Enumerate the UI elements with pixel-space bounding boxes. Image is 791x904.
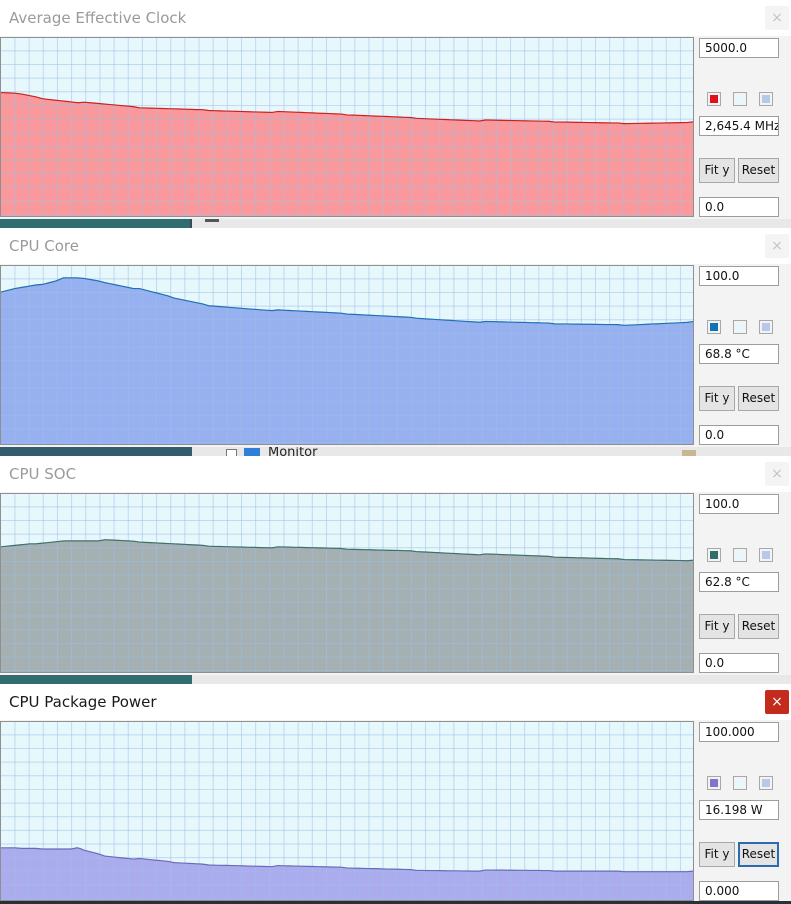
window-title: CPU Core [9,237,79,255]
min-value-field[interactable]: 0.000 [699,881,779,901]
graph-window-cpu-package-power: CPU Package Power × 100.000 16.198 W Fit… [0,684,791,901]
close-icon: × [771,10,783,26]
min-value-field[interactable]: 0.0 [699,653,779,673]
graph-window-cpu-soc: CPU SOC × 100.0 62.8 °C Fit y Reset 0.0 [0,456,791,675]
line-color-swatch[interactable] [707,548,721,562]
current-value-field[interactable]: 68.8 °C [699,344,779,364]
background-color-swatch[interactable] [733,548,747,562]
tree-expander-icon [226,449,237,456]
min-value-field[interactable]: 0.0 [699,425,779,445]
graph-controls: 100.0 62.8 °C Fit y Reset 0.0 [697,492,791,676]
graph-window-average-effective-clock: Average Effective Clock × 5000.0 2,645.4… [0,0,791,219]
title-bar[interactable]: CPU SOC × [0,456,791,492]
monitor-icon [244,448,260,456]
reset-button[interactable]: Reset [738,386,779,411]
current-value-field[interactable]: 2,645.4 MHz [699,116,779,136]
background-color-swatch[interactable] [733,776,747,790]
line-color-swatch[interactable] [707,92,721,106]
graph-window-cpu-core: CPU Core × 100.0 68.8 °C Fit y Reset 0.0 [0,228,791,447]
graph-controls: 5000.0 2,645.4 MHz Fit y Reset 0.0 [697,36,791,220]
max-value-field[interactable]: 100.0 [699,266,779,286]
max-value-field[interactable]: 100.0 [699,494,779,514]
graph-plot [0,37,694,217]
background-window-strip [0,219,791,228]
fit-y-button[interactable]: Fit y [699,386,735,411]
graph-plot [0,721,694,901]
graph-plot [0,265,694,445]
background-window-strip [0,675,791,684]
window-title: CPU SOC [9,465,77,483]
line-color-swatch[interactable] [707,320,721,334]
background-color-swatch[interactable] [733,320,747,334]
title-bar[interactable]: Average Effective Clock × [0,0,791,36]
graph-controls: 100.0 68.8 °C Fit y Reset 0.0 [697,264,791,448]
current-value-field[interactable]: 16.198 W [699,800,779,820]
close-button[interactable]: × [765,690,789,714]
close-icon: × [771,694,783,710]
fit-y-button[interactable]: Fit y [699,614,735,639]
close-icon: × [771,466,783,482]
grid-color-swatch[interactable] [759,548,773,562]
series-area [1,539,693,672]
line-color-swatch[interactable] [707,776,721,790]
grid-color-swatch[interactable] [759,320,773,334]
background-color-swatch[interactable] [733,92,747,106]
fit-y-button[interactable]: Fit y [699,842,735,867]
graph-controls: 100.000 16.198 W Fit y Reset 0.000 [697,720,791,904]
max-value-field[interactable]: 5000.0 [699,38,779,58]
close-button[interactable]: × [765,462,789,486]
current-value-field[interactable]: 62.8 °C [699,572,779,592]
monitor-label[interactable]: Monitor [268,447,317,456]
reset-button[interactable]: Reset [738,614,779,639]
grid-color-swatch[interactable] [759,92,773,106]
max-value-field[interactable]: 100.000 [699,722,779,742]
window-title: CPU Package Power [9,693,157,711]
close-icon: × [771,238,783,254]
reset-button[interactable]: Reset [738,842,779,867]
close-button[interactable]: × [765,234,789,258]
background-window-strip: Monitor [0,447,791,456]
fit-y-button[interactable]: Fit y [699,158,735,183]
min-value-field[interactable]: 0.0 [699,197,779,217]
window-title: Average Effective Clock [9,9,187,27]
title-bar[interactable]: CPU Package Power × [0,684,791,720]
title-bar[interactable]: CPU Core × [0,228,791,264]
grid-color-swatch[interactable] [759,776,773,790]
graph-plot [0,493,694,673]
reset-button[interactable]: Reset [738,158,779,183]
close-button[interactable]: × [765,6,789,30]
